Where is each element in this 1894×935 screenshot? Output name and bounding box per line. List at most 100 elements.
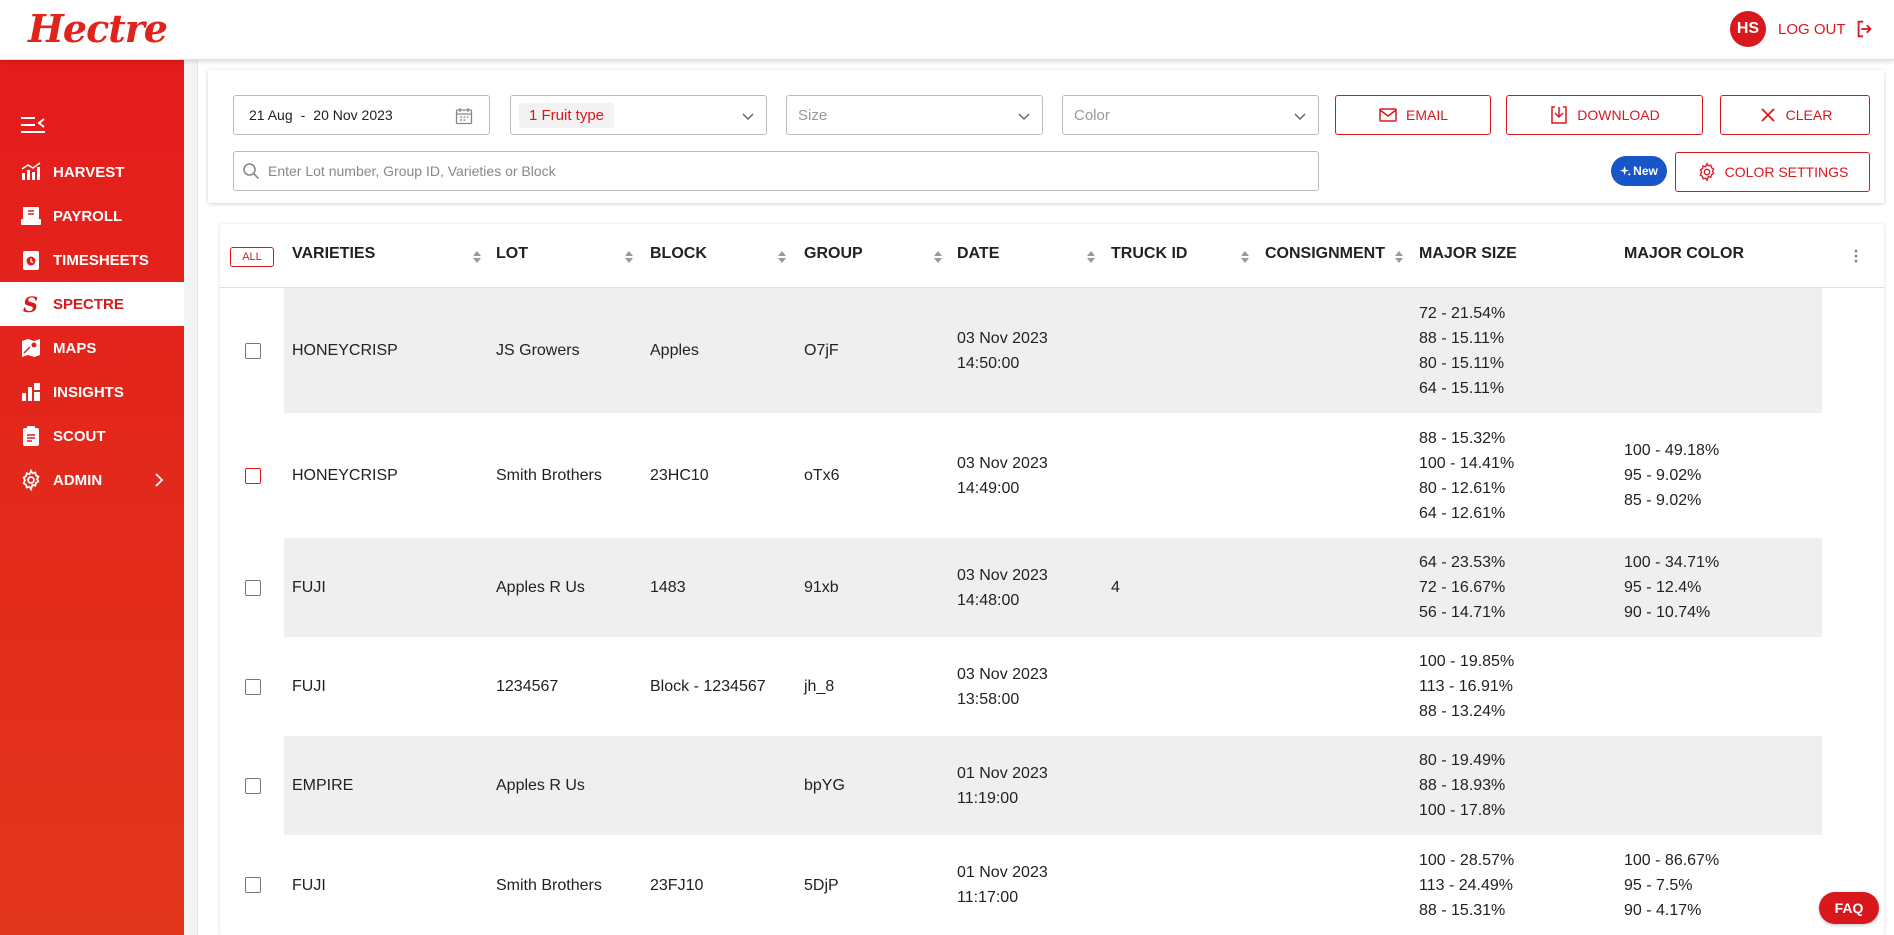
column-header-varieties[interactable]: VARIETIES: [292, 245, 375, 263]
date-text: 03 Nov 2023: [957, 329, 1048, 347]
variety-cell: FUJI: [292, 579, 326, 596]
column-header-major-color[interactable]: MAJOR COLOR: [1624, 245, 1744, 263]
sidebar-item-label: SPECTRE: [53, 295, 124, 313]
major-size-value: 113 - 16.91%: [1419, 678, 1513, 695]
sidebar-item-admin[interactable]: ADMIN: [0, 458, 184, 502]
user-avatar[interactable]: HS: [1730, 11, 1766, 47]
date-cell: 03 Nov 2023 13:58:00: [957, 662, 1048, 712]
sidebar-item-harvest[interactable]: HARVEST: [0, 150, 184, 194]
download-icon: [1551, 106, 1568, 124]
major-color-value: 95 - 9.02%: [1624, 467, 1702, 484]
table-row: EMPIRE Apples R Us bpYG 01 Nov 2023 11:19:00…: [220, 736, 1884, 835]
group-cell: jh_8: [804, 678, 835, 695]
fruit-type-select[interactable]: 1 Fruit type: [510, 95, 767, 135]
sort-icon[interactable]: [1394, 250, 1404, 264]
column-header-date[interactable]: DATE: [957, 245, 999, 263]
new-feature-badge[interactable]: New: [1611, 156, 1667, 186]
major-size-value: 113 - 24.49%: [1419, 876, 1513, 894]
date-range-picker[interactable]: 21 Aug - 20 Nov 2023: [233, 95, 490, 135]
chevron-down-icon: [1294, 113, 1306, 121]
major-size-value: 72 - 16.67%: [1419, 579, 1506, 596]
sidebar-item-label: INSIGHTS: [53, 383, 124, 401]
sort-icon[interactable]: [933, 250, 943, 264]
major-size-value: 56 - 14.71%: [1419, 604, 1506, 621]
search-icon: [243, 163, 260, 180]
lot-cell: Smith Brothers: [496, 467, 602, 484]
email-button[interactable]: EMAIL: [1335, 95, 1491, 135]
lot-cell: Apples R Us: [496, 777, 585, 794]
size-select[interactable]: Size: [786, 95, 1043, 135]
column-header-group[interactable]: GROUP: [804, 245, 863, 263]
sidebar-item-label: HARVEST: [53, 163, 125, 181]
timesheets-icon: [20, 249, 42, 271]
major-size-value: 80 - 19.49%: [1419, 752, 1506, 769]
sort-icon[interactable]: [472, 250, 482, 264]
hectre-logo[interactable]: Hectre: [28, 6, 168, 51]
chevron-right-icon: [155, 473, 164, 487]
faq-button[interactable]: FAQ: [1819, 892, 1879, 924]
major-size-value: 64 - 15.11%: [1419, 379, 1505, 397]
major-size-value: 88 - 18.93%: [1419, 777, 1506, 794]
column-header-major-size[interactable]: MAJOR SIZE: [1419, 245, 1517, 263]
collapse-menu-icon[interactable]: [20, 115, 46, 135]
email-label: EMAIL: [1405, 107, 1448, 123]
clear-button[interactable]: CLEAR: [1720, 95, 1870, 135]
date-from: 21 Aug: [249, 107, 293, 123]
major-size-value: 88 - 15.11%: [1419, 329, 1505, 347]
more-options-icon[interactable]: [1853, 248, 1859, 264]
gear-icon: [20, 469, 42, 491]
major-size-value: 88 - 15.31%: [1419, 901, 1506, 919]
lot-cell: Smith Brothers: [496, 876, 602, 894]
date-separator: -: [300, 107, 306, 123]
sidebar-item-insights[interactable]: INSIGHTS: [0, 370, 184, 414]
date-text: 01 Nov 2023: [957, 764, 1048, 782]
major-color-value: 90 - 10.74%: [1624, 604, 1711, 621]
payroll-icon: [20, 205, 42, 227]
row-checkbox[interactable]: [245, 678, 261, 695]
sidebar-nav: HARVEST PAYROLL TIMESHEETS S SPECTRE MAPS INSI…: [0, 150, 184, 502]
date-text: 03 Nov 2023: [957, 566, 1048, 584]
logout-label: LOG OUT: [1778, 20, 1846, 38]
sort-icon[interactable]: [1240, 250, 1250, 264]
chevron-down-icon: [742, 113, 754, 121]
top-bar: Hectre HS LOG OUT: [0, 0, 1894, 60]
lot-cell: Apples R Us: [496, 579, 585, 596]
color-select[interactable]: Color: [1062, 95, 1319, 135]
sidebar-item-maps[interactable]: MAPS: [0, 326, 184, 370]
sidebar-item-timesheets[interactable]: TIMESHEETS: [0, 238, 184, 282]
major-size-value: 88 - 15.32%: [1419, 429, 1506, 447]
column-header-truck-id[interactable]: TRUCK ID: [1111, 245, 1187, 263]
calendar-icon: [455, 108, 473, 125]
sidebar-item-spectre[interactable]: S SPECTRE: [0, 282, 184, 326]
sidebar-item-payroll[interactable]: PAYROLL: [0, 194, 184, 238]
column-header-block[interactable]: BLOCK: [650, 245, 707, 263]
search-input[interactable]: [268, 163, 1308, 179]
select-all-button[interactable]: ALL: [230, 247, 274, 267]
column-header-lot[interactable]: LOT: [496, 245, 528, 263]
major-size-value: 80 - 15.11%: [1419, 354, 1505, 372]
row-checkbox[interactable]: [245, 877, 261, 893]
color-placeholder: Color: [1074, 106, 1110, 124]
sidebar-item-scout[interactable]: SCOUT: [0, 414, 184, 458]
search-bar: [233, 151, 1319, 191]
logout-button[interactable]: LOG OUT: [1778, 18, 1876, 40]
time-text: 11:19:00: [957, 789, 1019, 807]
row-checkbox[interactable]: [245, 342, 261, 359]
variety-cell: FUJI: [292, 876, 326, 894]
group-cell: 5DjP: [804, 876, 839, 894]
date-text: 03 Nov 2023: [957, 454, 1048, 472]
major-size-value: 88 - 13.24%: [1419, 703, 1506, 720]
time-text: 13:58:00: [957, 690, 1020, 708]
row-checkbox[interactable]: [245, 777, 261, 794]
major-size-value: 100 - 17.8%: [1419, 802, 1506, 819]
sort-icon[interactable]: [624, 250, 634, 264]
row-checkbox[interactable]: [245, 579, 261, 596]
sort-icon[interactable]: [1086, 250, 1096, 264]
color-settings-button[interactable]: COLOR SETTINGS: [1675, 152, 1870, 192]
download-button[interactable]: DOWNLOAD: [1506, 95, 1703, 135]
row-checkbox[interactable]: [245, 467, 261, 484]
sort-icon[interactable]: [777, 250, 787, 264]
block-cell: 23HC10: [650, 467, 709, 484]
column-header-consignment[interactable]: CONSIGNMENT: [1265, 245, 1385, 263]
harvest-icon: [20, 161, 42, 183]
